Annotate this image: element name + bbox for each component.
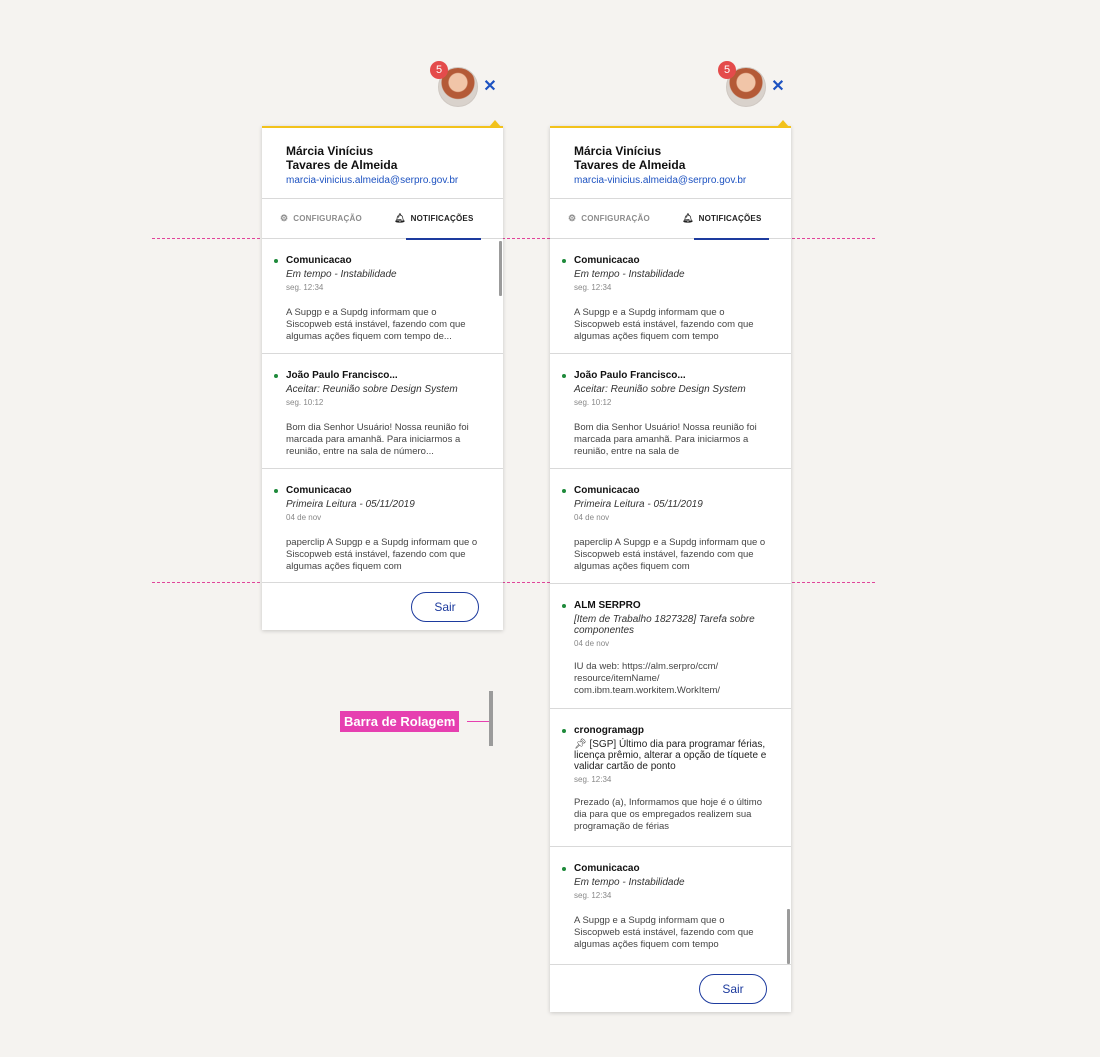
notification-body: A Supgp e a Supdg informam que o Siscopw… — [574, 307, 754, 342]
user-email: marcia-vinicius.almeida@serpro.gov.br — [574, 175, 747, 186]
notification-item[interactable]: Comunicacao Primeira Leitura - 05/11/201… — [550, 469, 791, 584]
notification-list[interactable]: Comunicacao Em tempo - Instabilidade seg… — [262, 239, 503, 582]
notification-sender: cronogramagp — [574, 725, 645, 736]
notification-time: 04 de nov — [286, 513, 322, 522]
notification-item[interactable]: João Paulo Francisco... Aceitar: Reunião… — [550, 354, 791, 469]
user-name-line1: Márcia Vinícius — [286, 144, 374, 158]
notification-subject: Primeira Leitura - 05/11/2019 — [286, 499, 415, 510]
notification-subject: Em tempo - Instabilidade — [574, 877, 685, 888]
notification-body: paperclip A Supgp e a Supdg informam que… — [574, 537, 766, 572]
notification-time: seg. 12:34 — [286, 283, 324, 292]
logout-button[interactable]: Sair — [411, 591, 479, 622]
notification-time: 04 de nov — [574, 513, 610, 522]
notification-sender: Comunicacao — [574, 863, 640, 874]
tab-bar: ⚙ CONFIGURAÇÃO 🔔︎ NOTIFICAÇÕES — [262, 199, 503, 240]
panel-caret — [777, 120, 789, 127]
unread-indicator — [274, 489, 278, 493]
notification-item[interactable]: Comunicacao Em tempo - Instabilidade seg… — [262, 239, 503, 354]
notification-time: seg. 12:34 — [574, 283, 612, 292]
gear-icon: ⚙ — [280, 213, 289, 223]
notification-body: A Supgp e a Supdg informam que o Siscopw… — [574, 915, 754, 950]
unread-indicator — [562, 374, 566, 378]
scrollbar-thumb[interactable] — [787, 909, 790, 964]
gear-icon: ⚙ — [568, 213, 577, 223]
close-icon[interactable]: ✕ — [771, 79, 785, 95]
tab-configuracao[interactable]: ⚙ CONFIGURAÇÃO — [280, 199, 392, 239]
notification-time: seg. 10:12 — [286, 398, 324, 407]
notification-subject: Aceitar: Reunião sobre Design System — [574, 384, 746, 395]
logout-button[interactable]: Sair — [699, 973, 767, 1004]
notification-item[interactable]: Comunicacao Em tempo - Instabilidade seg… — [550, 847, 791, 962]
notification-subject: Aceitar: Reunião sobre Design System — [286, 384, 458, 395]
notification-item[interactable]: Comunicacao Em tempo - Instabilidade seg… — [550, 239, 791, 354]
notification-sender: Comunicacao — [286, 255, 352, 266]
scrollbar-annotation-label: Barra de Rolagem — [340, 711, 460, 732]
notification-subject: Em tempo - Instabilidade — [574, 269, 685, 280]
notification-sender: Comunicacao — [574, 255, 640, 266]
tab-label: NOTIFICAÇÕES — [698, 214, 762, 223]
notification-sender: Comunicacao — [286, 485, 352, 496]
tab-label: CONFIGURAÇÃO — [581, 214, 650, 223]
notification-item[interactable]: cronogramagp 📌︎ [SGP] Último dia para pr… — [550, 709, 791, 847]
notification-body: Bom dia Senhor Usuário! Nossa reunião fo… — [574, 422, 757, 457]
panel-footer: Sair — [262, 582, 503, 630]
unread-indicator — [562, 489, 566, 493]
notification-body: A Supgp e a Supdg informam que o Siscopw… — [286, 307, 466, 342]
unread-indicator — [274, 374, 278, 378]
notification-subject: Em tempo - Instabilidade — [286, 269, 397, 280]
notification-subject-row: 📌︎ [SGP] Último dia para programar féria… — [574, 739, 769, 772]
user-menu-panel-left: Márcia Vinícius Tavares de Almeida marci… — [262, 120, 503, 630]
bell-icon: 🔔︎ — [394, 213, 406, 223]
notification-item[interactable]: Comunicacao Primeira Leitura - 05/11/201… — [262, 469, 503, 582]
unread-indicator — [562, 867, 566, 871]
notification-subject: [SGP] Último dia para programar férias, … — [574, 739, 767, 772]
notification-subject: [Item de Trabalho 1827328] Tarefa sobre … — [574, 614, 755, 636]
notification-sender: João Paulo Francisco... — [574, 370, 686, 381]
user-name-line1: Márcia Vinícius — [574, 144, 662, 158]
user-menu-panel-right: Márcia Vinícius Tavares de Almeida marci… — [550, 120, 791, 1012]
notification-sender: Comunicacao — [574, 485, 640, 496]
notification-body: Prezado (a), Informamos que hoje é o últ… — [574, 797, 762, 832]
notification-item[interactable]: ALM SERPRO [Item de Trabalho 1827328] Ta… — [550, 584, 791, 709]
user-avatar-left[interactable]: 5 — [430, 61, 478, 107]
unread-indicator — [562, 604, 566, 608]
panel-caret — [489, 120, 501, 127]
notification-time: seg. 12:34 — [574, 775, 612, 784]
notification-time: 04 de nov — [574, 639, 610, 648]
notification-item[interactable]: João Paulo Francisco... Aceitar: Reunião… — [262, 354, 503, 469]
notification-count-badge: 5 — [718, 61, 736, 79]
notification-body: Bom dia Senhor Usuário! Nossa reunião fo… — [286, 422, 469, 457]
tab-label: NOTIFICAÇÕES — [410, 214, 474, 223]
tab-notificacoes[interactable]: 🔔︎ NOTIFICAÇÕES — [682, 199, 769, 240]
tab-bar: ⚙ CONFIGURAÇÃO 🔔︎ NOTIFICAÇÕES — [550, 199, 791, 240]
user-email: marcia-vinicius.almeida@serpro.gov.br — [286, 175, 459, 186]
bell-icon: 🔔︎ — [682, 213, 694, 223]
notification-body: IU da web: https://alm.serpro/ccm/ resou… — [574, 661, 721, 696]
user-info: Márcia Vinícius Tavares de Almeida marci… — [550, 128, 791, 199]
notification-body: paperclip A Supgp e a Supdg informam que… — [286, 537, 478, 572]
unread-indicator — [562, 729, 566, 733]
user-name-line2: Tavares de Almeida — [574, 158, 686, 172]
user-name-line2: Tavares de Almeida — [286, 158, 398, 172]
unread-indicator — [274, 259, 278, 263]
annotation-scrollbar-sample — [489, 691, 493, 746]
notification-count-badge: 5 — [430, 61, 448, 79]
notification-subject: Primeira Leitura - 05/11/2019 — [574, 499, 703, 510]
close-icon[interactable]: ✕ — [483, 79, 497, 95]
notification-sender: João Paulo Francisco... — [286, 370, 398, 381]
unread-indicator — [562, 259, 566, 263]
annotation-connector — [467, 721, 489, 722]
pushpin-icon: 📌︎ — [574, 739, 587, 750]
tab-configuracao[interactable]: ⚙ CONFIGURAÇÃO — [568, 199, 680, 239]
scrollbar-thumb[interactable] — [499, 241, 502, 296]
notification-list[interactable]: Comunicacao Em tempo - Instabilidade seg… — [550, 239, 791, 964]
notification-time: seg. 12:34 — [574, 891, 612, 900]
notification-time: seg. 10:12 — [574, 398, 612, 407]
user-avatar-right[interactable]: 5 — [718, 61, 766, 107]
tab-label: CONFIGURAÇÃO — [293, 214, 362, 223]
notification-sender: ALM SERPRO — [574, 600, 641, 611]
user-info: Márcia Vinícius Tavares de Almeida marci… — [262, 128, 503, 199]
panel-footer: Sair — [550, 964, 791, 1012]
tab-notificacoes[interactable]: 🔔︎ NOTIFICAÇÕES — [394, 199, 481, 240]
